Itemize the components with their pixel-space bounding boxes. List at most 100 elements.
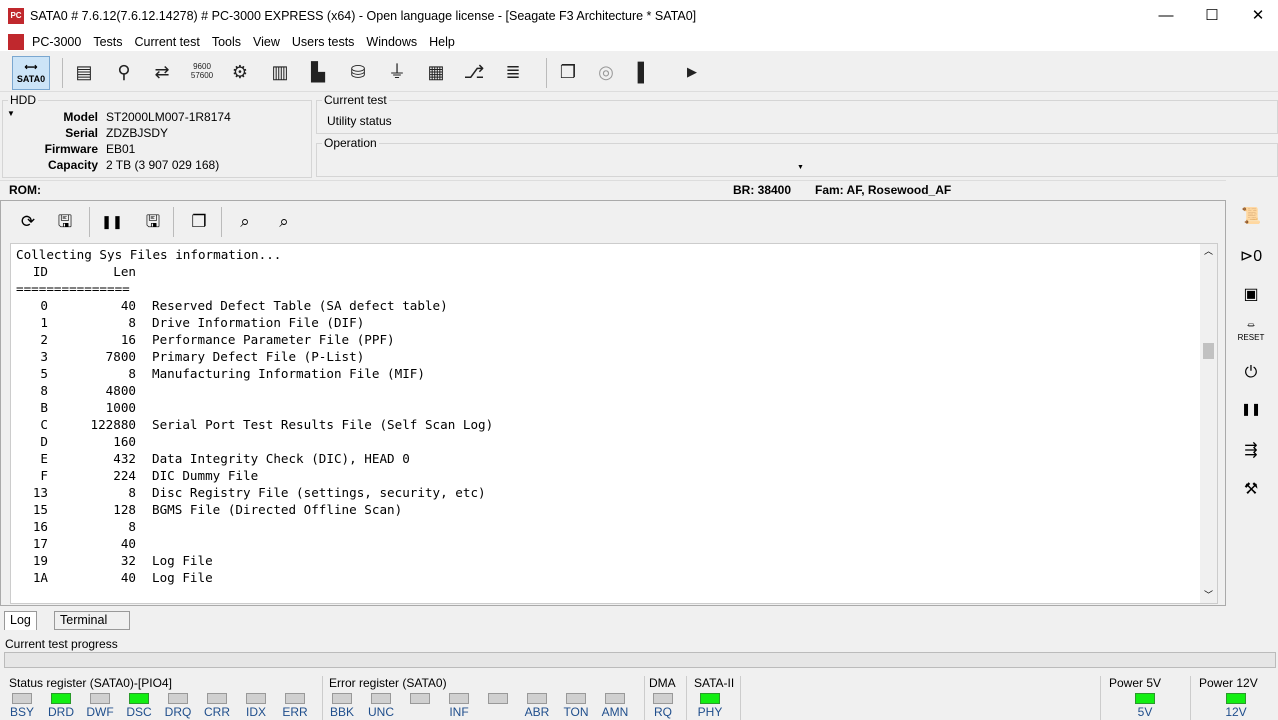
find-icon[interactable]: ⌕: [232, 209, 258, 235]
error-register-led: [332, 693, 352, 704]
scroll-down-icon[interactable]: ﹀: [1204, 588, 1213, 601]
log-cell-id: 0: [40, 298, 48, 313]
current-test-label: Current test: [322, 93, 389, 107]
menu-users-tests[interactable]: Users tests: [286, 35, 361, 49]
separator: [89, 207, 90, 237]
log-heading: Collecting Sys Files information...: [16, 247, 282, 262]
log-row: 0 40 Reserved Defect Table (SA defect tabl…: [16, 297, 916, 314]
hdd-group-label: HDD: [8, 93, 38, 107]
building-icon[interactable]: ▙: [304, 58, 332, 86]
rom-status-bar: ROM: BR: 38400 Fam: AF, Rosewood_AF: [0, 180, 1226, 197]
title-bar: PC SATA0 # 7.6.12(7.6.12.14278) # PC-300…: [0, 0, 1278, 32]
baud-rate-icon[interactable]: 9600 57600: [188, 58, 216, 86]
error-register-led: [488, 693, 508, 704]
menu-help[interactable]: Help: [423, 35, 461, 49]
copy-icon[interactable]: ❐: [554, 58, 582, 86]
sata-port-button[interactable]: ⟷ SATA0: [12, 56, 50, 90]
operation-dropdown-icon[interactable]: ▼: [797, 164, 804, 171]
menu-current-test[interactable]: Current test: [129, 35, 206, 49]
scroll-up-icon[interactable]: ︿: [1204, 244, 1213, 257]
platter-icon[interactable]: ◎: [592, 58, 620, 86]
status-register-led: [168, 693, 188, 704]
log-cell-desc: Primary Defect File (P-List): [152, 349, 365, 364]
save-log-icon[interactable]: 🖫: [52, 209, 78, 235]
log-cell-id: 1: [40, 315, 48, 330]
minimize-button[interactable]: —: [1143, 0, 1189, 32]
log-cell-desc: Log File: [152, 570, 213, 585]
search-icon[interactable]: ⚲: [110, 58, 138, 86]
gear-icon[interactable]: ⚙: [226, 58, 254, 86]
transfer-icon[interactable]: ⇄: [148, 58, 176, 86]
log-cell-len: 40: [120, 298, 136, 313]
log-row: B 1000: [16, 399, 916, 416]
log-row: 19 32 Log File: [16, 552, 916, 569]
pause-icon[interactable]: ❚❚: [99, 209, 125, 235]
hdd-capacity: Capacity 2 TB (3 907 029 168): [47, 158, 220, 172]
separator: [546, 58, 547, 88]
operation-group: Operation ▼: [316, 136, 1278, 177]
play-icon[interactable]: ▶: [678, 58, 706, 86]
reset-icon[interactable]: ⏛ RESET: [1234, 320, 1268, 350]
status-register-led: [207, 693, 227, 704]
progress-label: Current test progress: [5, 637, 118, 651]
tools-icon[interactable]: ⚒: [1234, 475, 1268, 505]
baud-rate: BR: 38400: [733, 183, 792, 197]
log-cell-len: 40: [120, 570, 136, 585]
menu-view[interactable]: View: [247, 35, 286, 49]
close-button[interactable]: ✕: [1235, 0, 1278, 32]
scroll-thumb[interactable]: [1203, 343, 1214, 359]
sata-led: [700, 693, 720, 704]
find-next-icon[interactable]: ⌕: [271, 209, 297, 235]
menu-windows[interactable]: Windows: [360, 35, 423, 49]
error-register-led: [410, 693, 430, 704]
separator: [686, 676, 687, 720]
hdd-model: Model ST2000LM007-1R8174: [63, 110, 231, 124]
current-test-value: Utility status: [327, 114, 392, 128]
refresh-icon[interactable]: ⟳: [15, 209, 41, 235]
copy-log-icon[interactable]: ❐: [186, 209, 212, 235]
script-icon[interactable]: 📜: [1234, 202, 1268, 232]
log-output[interactable]: Collecting Sys Files information... ID Le…: [10, 243, 1218, 604]
log-cell-desc: Reserved Defect Table (SA defect table): [152, 298, 448, 313]
log-cell-id: 16: [32, 519, 48, 534]
tab-terminal[interactable]: Terminal: [54, 611, 130, 630]
column-icon[interactable]: ▌: [630, 58, 658, 86]
power-icon[interactable]: ⏻: [1234, 358, 1268, 388]
passport-icon[interactable]: ▤: [70, 58, 98, 86]
heads-icon[interactable]: ⏚: [383, 58, 411, 86]
error-register-bit-label: ABR: [524, 705, 550, 719]
log-row: D 160: [16, 433, 916, 450]
pause-side-icon[interactable]: ❚❚: [1234, 394, 1268, 424]
maximize-button[interactable]: ☐: [1189, 0, 1235, 32]
status-register-bit-label: DRD: [48, 705, 74, 719]
log-cell-desc: BGMS File (Directed Offline Scan): [152, 502, 403, 517]
app-menu-icon[interactable]: [8, 33, 24, 50]
tree-icon[interactable]: ⎇: [460, 58, 488, 86]
tab-log[interactable]: Log: [4, 611, 37, 630]
head-map-icon[interactable]: ⊳0: [1234, 242, 1268, 272]
log-cell-len: 122880: [90, 417, 137, 432]
log-cell-id: 13: [32, 485, 48, 500]
table-icon[interactable]: ▦: [422, 58, 450, 86]
log-cell-desc: Manufacturing Information File (MIF): [152, 366, 425, 381]
status-register-led: [285, 693, 305, 704]
menu-tests[interactable]: Tests: [87, 35, 128, 49]
hdd-serial: Serial ZDZBJSDY: [65, 126, 169, 140]
log-cell-id: D: [40, 434, 48, 449]
disk-icon[interactable]: ⛁: [344, 58, 372, 86]
clear-save-icon[interactable]: 🖫: [140, 209, 166, 235]
transfer-side-icon[interactable]: ⇶: [1234, 436, 1268, 466]
chip-icon[interactable]: ▥: [266, 58, 294, 86]
status-register-bit-label: IDX: [245, 705, 266, 719]
menu-tools[interactable]: Tools: [206, 35, 247, 49]
board-icon[interactable]: ▣: [1234, 280, 1268, 310]
list-icon[interactable]: ≣: [499, 58, 527, 86]
main-toolbar: ⟷ SATA0 ▤ ⚲ ⇄ 9600 57600 ⚙ ▥ ▙ ⛁ ⏚ ▦ ⎇ ≣ ❐…: [0, 52, 1278, 92]
log-row: 1 8 Drive Information File (DIF): [16, 314, 916, 331]
menu-pc3000[interactable]: PC-3000: [26, 35, 87, 49]
log-scrollbar[interactable]: ︿ ﹀: [1200, 244, 1217, 603]
error-register-bit-label: UNC: [368, 705, 394, 719]
status-register-label: Status register (SATA0)-[PIO4]: [9, 676, 172, 690]
window-title: SATA0 # 7.6.12(7.6.12.14278) # PC-3000 E…: [30, 9, 697, 23]
log-cell-id: B: [40, 400, 48, 415]
